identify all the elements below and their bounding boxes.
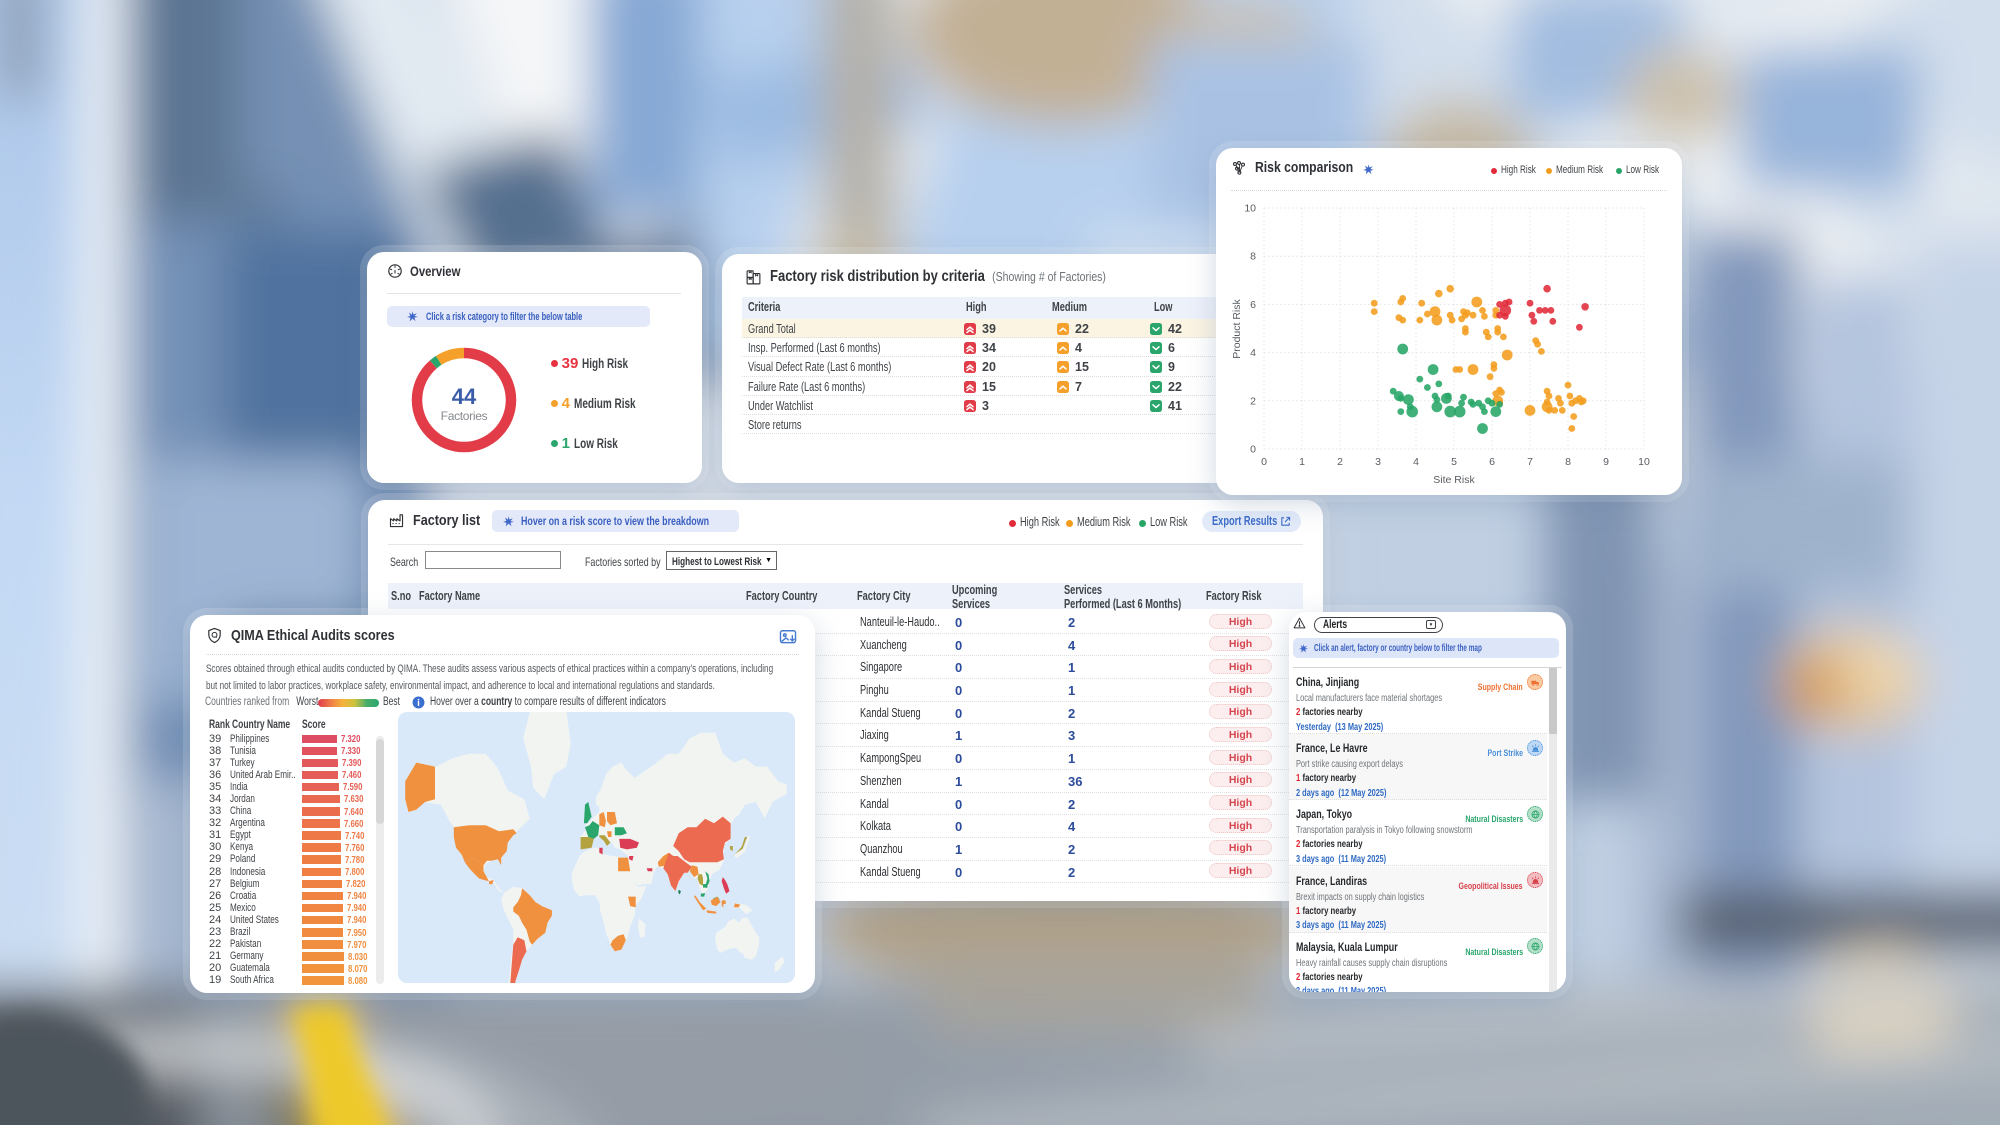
- svg-text:Factories: Factories: [441, 409, 488, 423]
- svg-text:10: 10: [1244, 203, 1256, 215]
- svg-text:44: 44: [452, 384, 477, 409]
- svg-text:7: 7: [1527, 456, 1533, 468]
- svg-text:8: 8: [1565, 456, 1571, 468]
- svg-text:9: 9: [1603, 456, 1609, 468]
- svg-text:0: 0: [1250, 444, 1256, 456]
- svg-text:6: 6: [1489, 456, 1495, 468]
- svg-text:4: 4: [1413, 456, 1419, 468]
- svg-text:0: 0: [1261, 456, 1267, 468]
- svg-text:4: 4: [1250, 347, 1256, 359]
- svg-text:Site Risk: Site Risk: [1433, 474, 1475, 486]
- svg-text:5: 5: [1451, 456, 1457, 468]
- svg-text:2: 2: [1250, 395, 1256, 407]
- svg-text:10: 10: [1638, 456, 1650, 468]
- svg-text:8: 8: [1250, 251, 1256, 263]
- svg-text:1: 1: [1299, 456, 1305, 468]
- svg-text:6: 6: [1250, 299, 1256, 311]
- svg-text:Product Risk: Product Risk: [1231, 298, 1243, 358]
- svg-text:2: 2: [1337, 456, 1343, 468]
- svg-text:3: 3: [1375, 456, 1381, 468]
